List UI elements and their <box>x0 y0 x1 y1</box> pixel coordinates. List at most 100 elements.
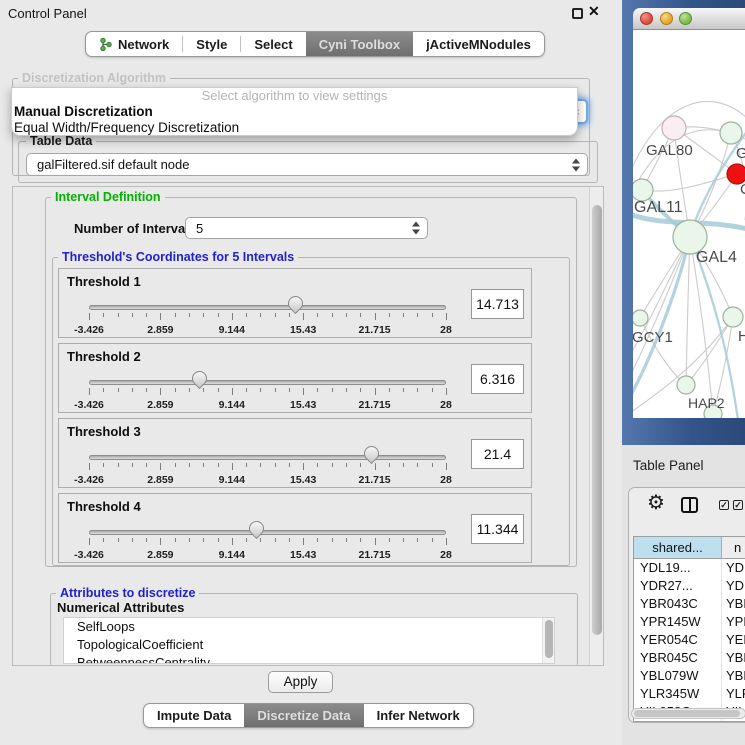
network-canvas[interactable]: GAL80GCGAL11GAL4GCY1HHAP2 <box>633 30 745 418</box>
slider-track <box>89 455 446 460</box>
table-row[interactable]: YDL19...YDL1 <box>634 559 745 577</box>
table-body: YDL19...YDL1YDR27...YDR2YBR043CYBR0YPR14… <box>634 559 745 721</box>
cell-shared-name: YPR145W <box>634 613 722 631</box>
control-panel-title: Control Panel <box>8 6 87 21</box>
table-panel-box: ⚙ ✓ ✓ shared...n YDL19...YDL1YDR27...YDR… <box>628 487 745 723</box>
bottom-tab-discretize-data[interactable]: Discretize Data <box>244 704 363 727</box>
network-node[interactable] <box>723 307 743 327</box>
network-window-titlebar[interactable] <box>633 8 745 30</box>
numerical-attributes-label: Numerical Attributes <box>57 600 184 615</box>
threshold-value-field[interactable]: 21.4 <box>471 439 524 469</box>
minimize-traffic-light-icon[interactable] <box>660 12 673 25</box>
settings-gear-icon[interactable]: ⚙ <box>647 491 665 515</box>
threshold-slider[interactable]: -3.4262.8599.14415.4321.71528 <box>89 419 446 489</box>
vertical-scrollbar[interactable] <box>589 187 603 665</box>
threshold-value-field[interactable]: 6.316 <box>471 364 524 394</box>
threshold-value-field[interactable]: 11.344 <box>471 514 524 544</box>
cell-shared-name: YER054C <box>634 631 722 649</box>
tab-jactivemnodules[interactable]: jActiveMNodules <box>413 32 544 56</box>
bottom-tab-impute-data-label: Impute Data <box>157 708 231 723</box>
slider-thumb[interactable] <box>189 368 210 389</box>
cell-shared-name: YBL079W <box>634 667 722 685</box>
tab-select[interactable]: Select <box>241 32 305 56</box>
cell-name: YBL0 <box>722 667 745 685</box>
network-node[interactable] <box>677 376 695 394</box>
cell-shared-name: YDR27... <box>634 577 722 595</box>
slider-track <box>89 530 446 535</box>
slider-track <box>89 380 446 385</box>
table-row[interactable]: YBR043CYBR0 <box>634 595 745 613</box>
num-intervals-combobox[interactable]: 5 <box>185 217 428 239</box>
list-scrollbar-thumb[interactable] <box>545 620 553 658</box>
tab-jactivemnodules-label: jActiveMNodules <box>426 37 531 52</box>
apply-button[interactable]: Apply <box>268 671 333 693</box>
cell-shared-name: YBR043C <box>634 595 722 613</box>
network-node-label: GAL11 <box>634 199 683 216</box>
slider-thumb[interactable] <box>246 518 267 539</box>
slider-scale-labels: -3.4262.8599.14415.4321.71528 <box>89 399 446 411</box>
network-node[interactable] <box>720 122 742 144</box>
cell-name: YBR0 <box>722 649 745 667</box>
cell-name: YER0 <box>722 631 745 649</box>
algorithm-popup-list: Manual DiscretizationEqual Width/Frequen… <box>12 104 577 136</box>
slider-thumb[interactable] <box>360 443 381 464</box>
tab-cyni-toolbox[interactable]: Cyni Toolbox <box>306 32 413 56</box>
list-scrollbar[interactable] <box>542 618 554 663</box>
threshold-box-2: Threshold 2-3.4262.8599.14415.4321.71528… <box>58 343 532 413</box>
attr-item-betweennesscentrality[interactable]: BetweennessCentrality <box>64 654 554 664</box>
zoom-traffic-light-icon[interactable] <box>679 12 692 25</box>
algorithm-option-equal-width-frequency-discretization[interactable]: Equal Width/Frequency Discretization <box>12 120 577 136</box>
column-header-2[interactable]: n <box>722 537 745 559</box>
tab-style[interactable]: Style <box>183 32 240 56</box>
checkbox-icon-2[interactable]: ✓ <box>733 500 743 510</box>
table-data-combobox[interactable]: galFiltered.sif default node <box>26 153 588 176</box>
network-node[interactable] <box>633 179 653 201</box>
attributes-group-title: Attributes to discretize <box>56 586 199 600</box>
numerical-attributes-list[interactable]: SelfLoopsTopologicalCoefficientBetweenne… <box>63 617 555 664</box>
network-node[interactable] <box>633 310 648 326</box>
table-row[interactable]: YDR27...YDR2 <box>634 577 745 595</box>
slider-scale-labels: -3.4262.8599.14415.4321.71528 <box>89 549 446 561</box>
threshold-slider[interactable]: -3.4262.8599.14415.4321.71528 <box>89 494 446 564</box>
threshold-slider[interactable]: -3.4262.8599.14415.4321.71528 <box>89 269 446 339</box>
network-node-label: C <box>740 181 745 198</box>
tab-cyni-toolbox-label: Cyni Toolbox <box>319 37 400 52</box>
table-row[interactable]: YPR145WYPR1 <box>634 613 745 631</box>
table-data-group-title: Table Data <box>26 134 96 148</box>
bottom-tab-infer-network[interactable]: Infer Network <box>364 704 473 727</box>
tab-network[interactable]: Network <box>86 32 182 56</box>
close-icon[interactable]: ✕ <box>588 3 600 20</box>
threshold-slider[interactable]: -3.4262.8599.14415.4321.71528 <box>89 344 446 414</box>
bottom-tabbar: Impute Data Discretize DataInfer Network <box>143 703 474 728</box>
threshold-box-3: Threshold 3-3.4262.8599.14415.4321.71528… <box>58 418 532 488</box>
slider-thumb[interactable] <box>284 293 305 314</box>
float-window-icon[interactable] <box>572 8 583 19</box>
bottom-tab-impute-data[interactable]: Impute Data <box>144 704 244 727</box>
horizontal-scrollbar[interactable] <box>631 708 745 719</box>
attr-items: SelfLoopsTopologicalCoefficientBetweenne… <box>64 618 554 664</box>
num-intervals-label: Number of Intervals <box>74 221 196 236</box>
table-row[interactable]: YBL079WYBL0 <box>634 667 745 685</box>
split-columns-icon[interactable] <box>681 497 698 513</box>
network-node-label: GCY1 <box>633 329 673 346</box>
table-row[interactable]: YBR045CYBR0 <box>634 649 745 667</box>
attr-item-selfloops[interactable]: SelfLoops <box>64 618 554 636</box>
threshold-value-field[interactable]: 14.713 <box>471 289 524 319</box>
column-header-1[interactable]: shared... <box>634 537 722 559</box>
network-node[interactable] <box>662 116 686 140</box>
cell-name: YLR3 <box>722 685 745 703</box>
algorithm-placeholder: Select algorithm to view settings <box>12 88 577 104</box>
close-traffic-light-icon[interactable] <box>640 12 653 25</box>
attr-item-topologicalcoefficient[interactable]: TopologicalCoefficient <box>64 636 554 654</box>
top-tabbar: NetworkStyle Select Cyni Toolbox jActiveMNo… <box>85 31 545 57</box>
tab-select-label: Select <box>254 37 292 52</box>
algorithm-option-manual-discretization[interactable]: Manual Discretization <box>12 104 577 120</box>
slider-ticks <box>89 313 446 321</box>
checkbox-icon-1[interactable]: ✓ <box>719 500 729 510</box>
node-table[interactable]: shared...n YDL19...YDL1YDR27...YDR2YBR04… <box>633 536 745 722</box>
table-row[interactable]: YER054CYER0 <box>634 631 745 649</box>
cell-shared-name: YDL19... <box>634 559 722 577</box>
horizontal-scrollbar-thumb[interactable] <box>634 710 740 717</box>
vertical-scrollbar-thumb[interactable] <box>592 205 602 635</box>
table-row[interactable]: YLR345WYLR3 <box>634 685 745 703</box>
